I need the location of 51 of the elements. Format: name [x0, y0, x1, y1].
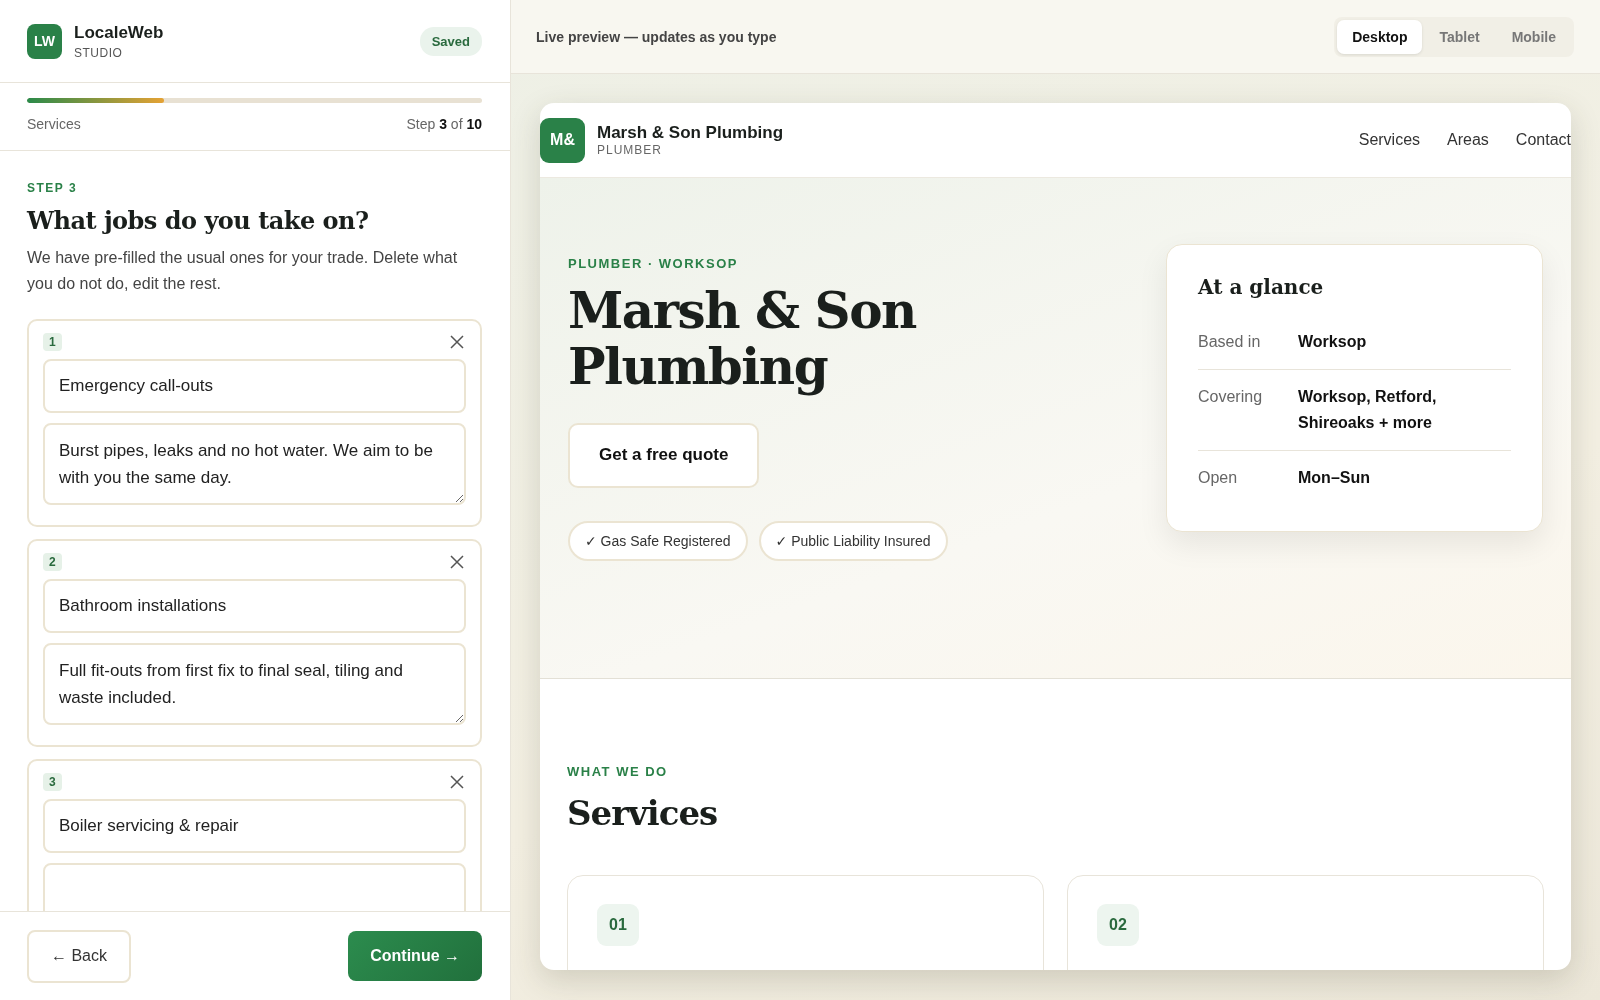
- preview-caption: Live preview — updates as you type: [536, 28, 777, 45]
- quote-button[interactable]: Get a free quote: [568, 422, 760, 488]
- hero-title: Marsh & Son Plumbing: [568, 282, 918, 395]
- description-field[interactable]: Burst pipes, leaks and no hot water. We aim to be with you the same day.: [43, 423, 466, 505]
- glance-label: Open: [1198, 468, 1239, 488]
- trust-badge: ✓ Public Liability Insured: [758, 520, 948, 561]
- glance-value: Worksop, Retford, Shireoaks + more: [1298, 387, 1438, 433]
- trust-badge: ✓ Gas Safe Registered: [568, 520, 748, 561]
- service-number: 2: [43, 553, 62, 571]
- back-button[interactable]: ← Back: [27, 929, 131, 983]
- title-field[interactable]: Boiler servicing & repair: [43, 799, 466, 853]
- section-eyebrow: WHAT WE DO: [567, 764, 669, 779]
- remove-button[interactable]: [448, 553, 466, 571]
- app-logo: LW: [27, 23, 62, 59]
- nav-link[interactable]: Services: [1358, 131, 1421, 149]
- service-number: 02: [1097, 904, 1139, 946]
- app-name: LocaleWeb: [74, 22, 164, 43]
- nav-link[interactable]: Contact: [1515, 131, 1571, 149]
- title-field[interactable]: Emergency call-outs: [43, 359, 466, 413]
- description-field[interactable]: Full fit-outs from first fix to final seal, tiling and waste included.: [43, 643, 466, 725]
- saved-badge: Saved: [419, 26, 482, 56]
- device-tab[interactable]: Tablet: [1424, 19, 1495, 54]
- remove-button[interactable]: [448, 773, 466, 791]
- step-description: We have pre-filled the usual ones for your trade. Delete what you do not do, edit the rest.: [27, 248, 459, 294]
- nav-link[interactable]: Areas: [1447, 131, 1489, 149]
- close-icon: [450, 555, 464, 569]
- site-trade: PLUMBER: [597, 143, 663, 157]
- hero-eyebrow: PLUMBER · WORKSOP: [568, 255, 739, 271]
- title-field[interactable]: Bathroom installations: [43, 579, 466, 633]
- service-number: 01: [597, 904, 639, 946]
- device-tab[interactable]: Desktop: [1337, 19, 1423, 54]
- close-icon: [450, 775, 464, 789]
- glance-value: Mon–Sun: [1298, 468, 1370, 488]
- step-label: STEP 3: [27, 181, 79, 195]
- close-icon: [450, 335, 464, 349]
- glance-label: Based in: [1198, 332, 1262, 352]
- device-tab[interactable]: Mobile: [1496, 19, 1571, 54]
- app-subtitle: STUDIO: [74, 45, 124, 60]
- step-title: What jobs do you take on?: [27, 206, 370, 235]
- service-number: 3: [43, 773, 62, 791]
- glance-label: Covering: [1198, 387, 1264, 407]
- step-name: Services: [27, 116, 81, 132]
- continue-button[interactable]: Continue →: [348, 931, 482, 981]
- remove-button[interactable]: [448, 333, 466, 351]
- glance-title: At a glance: [1198, 275, 1325, 299]
- site-logo: M&: [540, 117, 585, 163]
- site-name: Marsh & Son Plumbing: [597, 123, 784, 143]
- step-counter: Step 3 of 10: [406, 116, 482, 132]
- service-number: 1: [43, 333, 62, 351]
- section-title: Services: [567, 793, 719, 833]
- glance-value: Worksop: [1298, 332, 1367, 352]
